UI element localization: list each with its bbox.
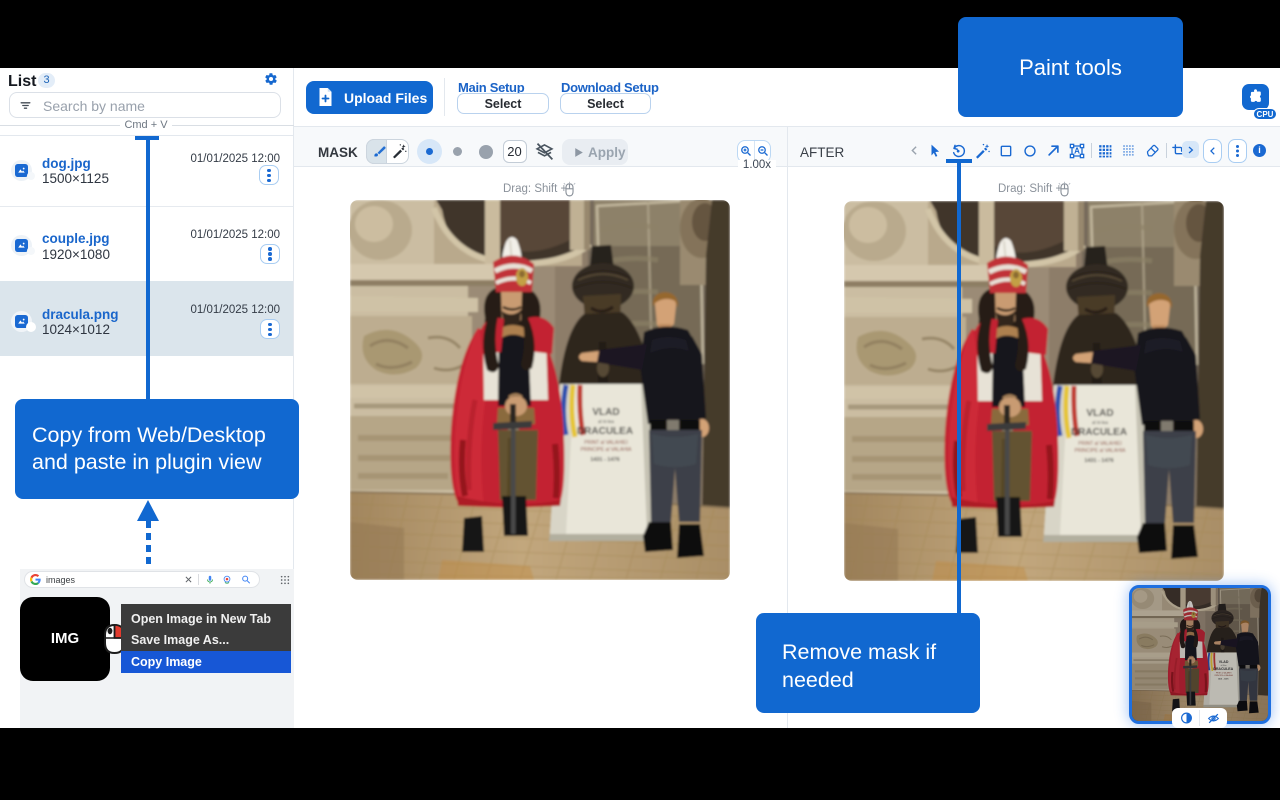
- svg-text:A: A: [1074, 146, 1080, 155]
